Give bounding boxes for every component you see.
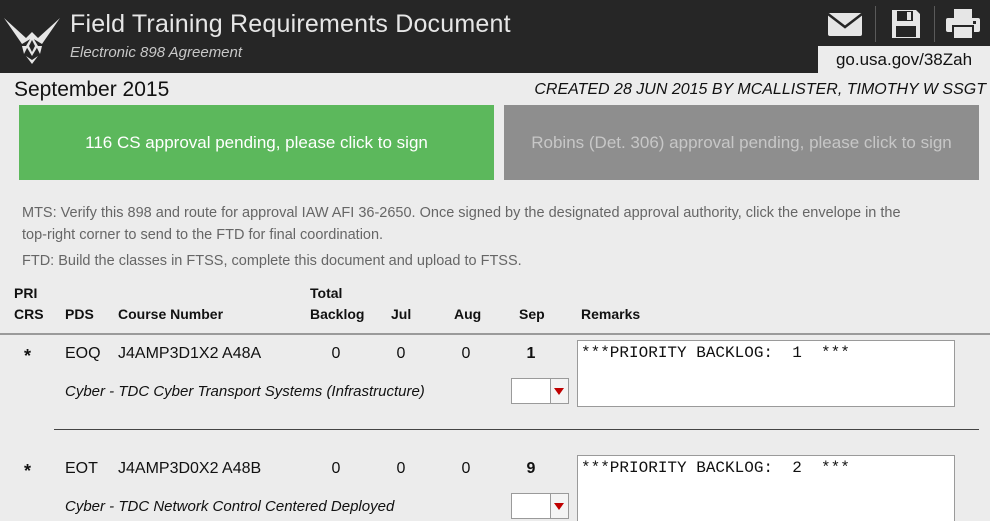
mts-instructions: MTS: Verify this 898 and route for appro… xyxy=(22,205,901,243)
cs-approval-button[interactable]: 116 CS approval pending, please click to… xyxy=(19,105,494,180)
dropdown-arrow-icon[interactable] xyxy=(550,494,568,518)
course-description: Cyber - TDC Network Control Centered Dep… xyxy=(65,498,395,515)
pds-code: EOQ xyxy=(65,345,101,362)
mail-icon[interactable] xyxy=(825,4,865,44)
dropdown-arrow-icon[interactable] xyxy=(550,379,568,403)
course-number: J4AMP3D0X2 A48B xyxy=(118,460,262,477)
aug-value: 0 xyxy=(461,345,471,362)
col-pds: PDS xyxy=(65,306,94,322)
col-remarks: Remarks xyxy=(581,306,641,322)
remarks-field[interactable]: ***PRIORITY BACKLOG: 1 *** xyxy=(577,340,955,407)
save-icon[interactable] xyxy=(886,4,926,44)
sep-value: 1 xyxy=(526,345,536,362)
page-title: Field Training Requirements Document xyxy=(70,10,511,38)
total-backlog: 0 xyxy=(331,460,341,477)
col-jul: Jul xyxy=(391,306,412,322)
col-total-backlog: Total Backlog xyxy=(310,283,364,325)
aug-value: 0 xyxy=(461,460,471,477)
sep-quantity-select[interactable] xyxy=(511,493,569,519)
col-sep: Sep xyxy=(519,306,545,322)
col-pri-crs: PRI CRS xyxy=(14,283,44,325)
robins-approval-button[interactable]: Robins (Det. 306) approval pending, plea… xyxy=(504,105,979,180)
col-aug: Aug xyxy=(454,306,482,322)
page-subtitle: Electronic 898 Agreement xyxy=(70,44,243,61)
priority-marker: * xyxy=(24,461,32,481)
col-pri-line1: PRI xyxy=(14,285,38,301)
col-total-line2: Backlog xyxy=(310,306,365,322)
air-force-logo xyxy=(4,18,60,64)
header-divider xyxy=(0,333,990,335)
toolbar-divider xyxy=(875,6,876,42)
print-icon[interactable] xyxy=(943,4,983,44)
sep-value: 9 xyxy=(526,460,536,477)
jul-value: 0 xyxy=(396,460,406,477)
jul-value: 0 xyxy=(396,345,406,362)
remarks-field[interactable]: ***PRIORITY BACKLOG: 2 *** xyxy=(577,455,955,521)
ftd-instructions: FTD: Build the classes in FTSS, complete… xyxy=(22,253,522,269)
sep-quantity-select[interactable] xyxy=(511,378,569,404)
col-pri-line2: CRS xyxy=(14,306,44,322)
col-course-number: Course Number xyxy=(118,306,224,322)
period-label: September 2015 xyxy=(14,78,170,101)
short-link[interactable]: go.usa.gov/38Zah xyxy=(818,46,990,73)
course-description: Cyber - TDC Cyber Transport Systems (Inf… xyxy=(65,383,425,400)
pds-code: EOT xyxy=(65,460,98,477)
toolbar-divider xyxy=(934,6,935,42)
priority-marker: * xyxy=(24,346,32,366)
row-divider xyxy=(54,429,979,430)
total-backlog: 0 xyxy=(331,345,341,362)
created-by: CREATED 28 JUN 2015 BY MCALLISTER, TIMOT… xyxy=(534,81,986,98)
col-total-line1: Total xyxy=(310,285,343,301)
course-number: J4AMP3D1X2 A48A xyxy=(118,345,262,362)
app-header: Field Training Requirements Document Ele… xyxy=(0,0,990,73)
